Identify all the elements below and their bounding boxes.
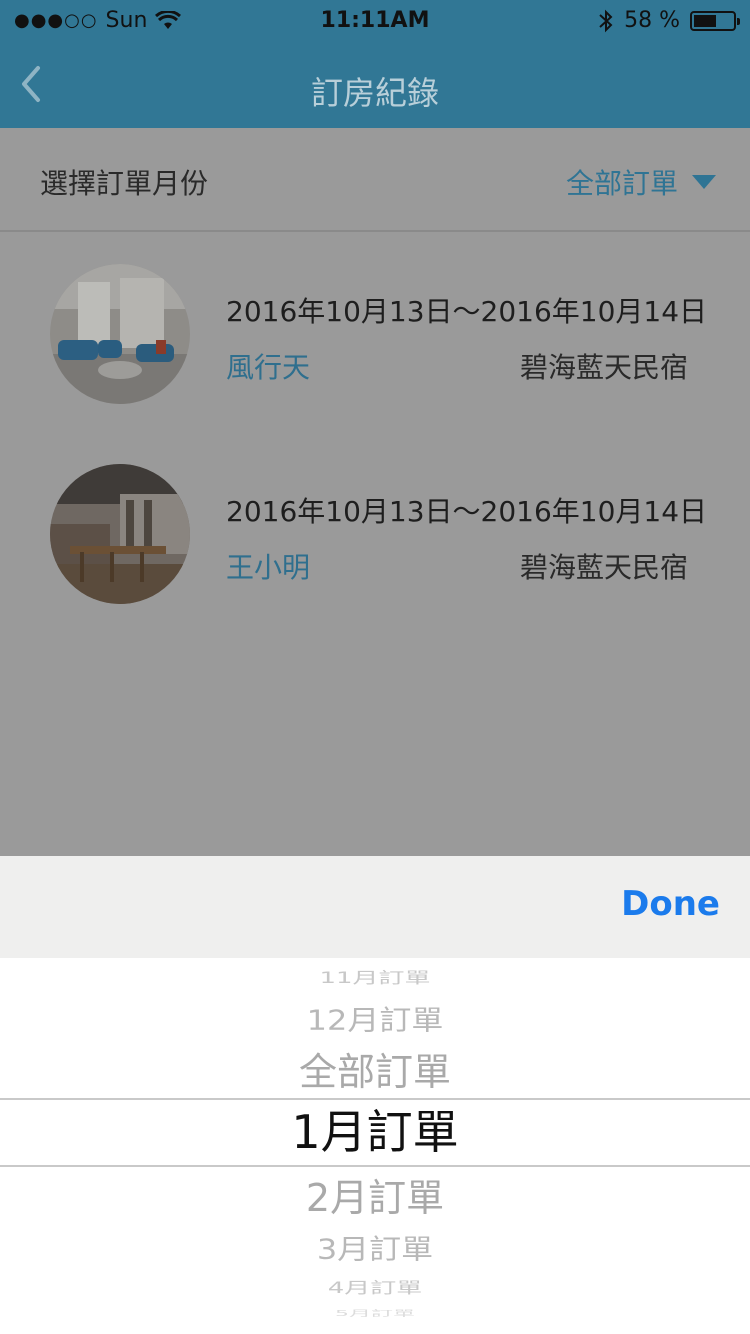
- picker-option[interactable]: 2月訂單: [0, 1179, 750, 1217]
- room-thumbnail: [50, 264, 190, 404]
- order-guest-name: 王小明: [226, 551, 311, 584]
- month-picker-wheel[interactable]: 10月訂單11月訂單12月訂單全部訂單1月訂單2月訂單3月訂單4月訂單5月訂單: [0, 958, 750, 1334]
- order-hotel-name: 碧海藍天民宿: [519, 351, 688, 384]
- done-button[interactable]: Done: [621, 884, 720, 924]
- filter-selected-value: 全部訂單: [565, 167, 678, 200]
- order-dates: 2016年10月13日～2016年10月14日: [226, 295, 708, 328]
- battery-icon: [690, 10, 740, 31]
- page-title: 訂房紀錄: [310, 74, 439, 112]
- battery-fill: [694, 14, 717, 27]
- order-list-item[interactable]: 2016年10月13日～2016年10月14日 風行天 碧海藍天民宿: [0, 234, 750, 434]
- picker-option[interactable]: 12月訂單: [0, 1006, 750, 1033]
- picker-option[interactable]: 5月訂單: [0, 1310, 750, 1318]
- filter-label: 選擇訂單月份: [40, 167, 209, 200]
- navigation-bar: 訂房紀錄: [0, 40, 750, 128]
- picker-toolbar: Done: [0, 856, 750, 958]
- cafe-photo-image: [50, 464, 190, 604]
- bluetooth-icon: [599, 9, 613, 32]
- order-guest-name: 風行天: [226, 351, 311, 384]
- picker-option[interactable]: 3月訂單: [0, 1235, 750, 1262]
- room-thumbnail: [50, 464, 190, 604]
- month-filter-dropdown[interactable]: 全部訂單: [566, 162, 716, 202]
- order-dates: 2016年10月13日～2016年10月14日: [226, 495, 708, 528]
- picker-selection-bottom-line: [0, 1165, 750, 1167]
- picker-option[interactable]: 4月訂單: [0, 1280, 750, 1296]
- picker-option-selected[interactable]: 1月訂單: [0, 1109, 750, 1155]
- picker-option[interactable]: 11月訂單: [0, 970, 750, 986]
- order-hotel-name: 碧海藍天民宿: [519, 551, 688, 584]
- room-photo-image: [50, 264, 190, 404]
- filter-bar: 選擇訂單月份 全部訂單: [0, 128, 750, 232]
- battery-percent: 58 %: [624, 8, 680, 33]
- status-right: 58 %: [598, 8, 740, 33]
- order-list-item[interactable]: 2016年10月13日～2016年10月14日 王小明 碧海藍天民宿: [0, 434, 750, 634]
- status-bar: ●●●○○ Sun 11:11AM 58 %: [0, 0, 750, 40]
- triangle-down-icon: [692, 175, 716, 189]
- picker-option[interactable]: 全部訂單: [0, 1053, 750, 1091]
- picker-selection-top-line: [0, 1098, 750, 1100]
